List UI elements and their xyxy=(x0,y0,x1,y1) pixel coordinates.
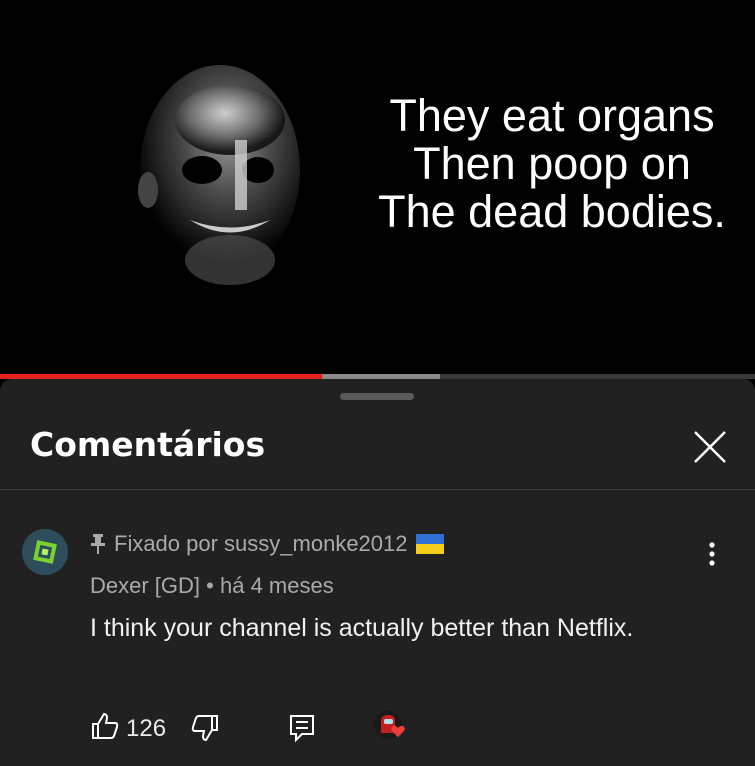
avatar-cube-icon xyxy=(22,529,68,575)
comments-sheet: Comentários Fixado por sussy_monke2012 D… xyxy=(0,379,755,766)
close-icon[interactable] xyxy=(690,427,730,467)
comment-meta: Dexer [GD] • há 4 meses xyxy=(90,573,334,599)
pin-icon xyxy=(91,534,105,554)
dislike-icon[interactable] xyxy=(190,713,220,743)
more-vert-icon[interactable] xyxy=(700,537,724,571)
meta-separator: • xyxy=(206,573,214,598)
video-caption: They eat organs Then poop on The dead bo… xyxy=(352,92,752,236)
caption-line-2: Then poop on xyxy=(413,138,691,189)
comments-title: Comentários xyxy=(30,425,266,464)
comment-author[interactable]: Dexer [GD] xyxy=(90,573,200,598)
comment-text: I think your channel is actually better … xyxy=(90,614,634,642)
creator-heart-icon xyxy=(374,711,405,739)
caption-line-3: The dead bodies. xyxy=(378,186,726,237)
caption-line-1: They eat organs xyxy=(389,90,715,141)
header-divider xyxy=(0,489,755,490)
pinned-by-text: Fixado por sussy_monke2012 xyxy=(114,531,408,556)
pinned-label-row: Fixado por sussy_monke2012 xyxy=(90,531,444,557)
like-count: 126 xyxy=(126,715,167,742)
drag-handle[interactable] xyxy=(340,393,414,400)
dark-face-image xyxy=(138,65,300,285)
ukraine-flag-icon xyxy=(415,534,444,554)
reply-icon[interactable] xyxy=(288,713,316,743)
video-player[interactable]: They eat organs Then poop on The dead bo… xyxy=(0,0,755,378)
comment-time: há 4 meses xyxy=(219,573,334,598)
avatar[interactable] xyxy=(22,529,68,575)
like-icon[interactable] xyxy=(90,711,120,741)
